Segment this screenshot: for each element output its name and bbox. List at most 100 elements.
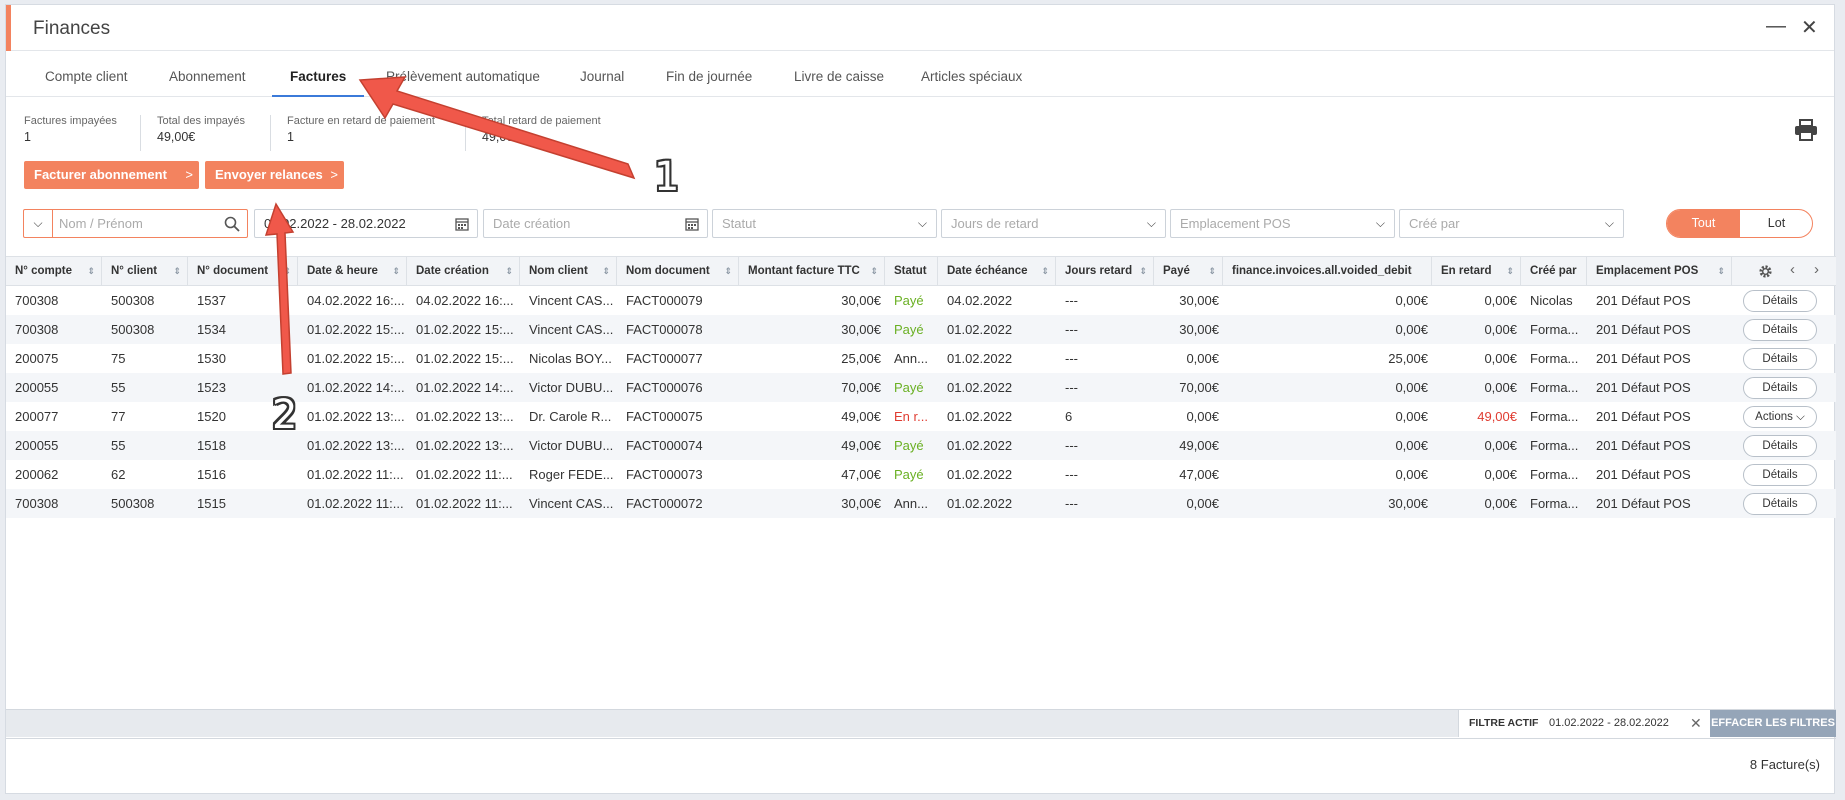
cree-par-select[interactable]: Créé par ⌵ <box>1399 209 1624 238</box>
cell-date-echeance: 01.02.2022 <box>947 380 1013 395</box>
cell-date-creation: 04.02.2022 16:... <box>416 293 514 308</box>
column-header-compte[interactable]: N° compte ⇕ <box>6 257 102 285</box>
clear-filters-button[interactable]: EFFACER LES FILTRES <box>1710 710 1836 737</box>
column-header-nom-client[interactable]: Nom client ⇕ <box>520 257 617 285</box>
tab-compte-client[interactable]: Compte client <box>45 52 128 97</box>
cell-date-creation: 01.02.2022 15:... <box>416 351 514 366</box>
close-icon[interactable]: ✕ <box>1690 710 1702 737</box>
table-row[interactable]: 700308 500308 1515 01.02.2022 11:... 01.02.2… <box>6 489 1836 518</box>
table-row[interactable]: 700308 500308 1534 01.02.2022 15:... 01.02.2… <box>6 315 1836 344</box>
table-row[interactable]: 700308 500308 1537 04.02.2022 16:... 04.02.2… <box>6 286 1836 315</box>
statut-select[interactable]: Statut ⌵ <box>712 209 937 238</box>
date-creation-filter[interactable]: Date création <box>483 209 708 238</box>
column-header-document[interactable]: N° document ⇕ <box>188 257 298 285</box>
sort-icon[interactable]: ⇕ <box>724 257 732 285</box>
column-header-label: Date & heure <box>307 265 378 277</box>
sort-icon[interactable]: ⇕ <box>1041 257 1049 285</box>
column-header-en-retard[interactable]: En retard ⇕ <box>1432 257 1521 285</box>
details-button[interactable]: Détails <box>1743 493 1817 515</box>
cell-date-heure: 01.02.2022 15:... <box>307 351 405 366</box>
column-header-cree-par[interactable]: Créé par <box>1521 257 1587 285</box>
chevron-down-icon[interactable]: ⌵ <box>24 210 53 237</box>
calendar-icon[interactable] <box>685 217 699 231</box>
column-header-date-heure[interactable]: Date & heure ⇕ <box>298 257 407 285</box>
sort-icon[interactable]: ⇕ <box>1717 257 1725 285</box>
cell-cree-par: Forma... <box>1530 322 1579 337</box>
tab-livre-de-caisse[interactable]: Livre de caisse <box>794 52 884 97</box>
cell-en-retard: 0,00€ <box>1484 322 1517 337</box>
details-button[interactable]: Détails <box>1743 464 1817 486</box>
stat-facture-retard: Facture en retard de paiement 1 <box>287 115 435 144</box>
search-icon[interactable] <box>224 216 240 232</box>
cell-emplacement-pos: 201 Défaut POS <box>1596 293 1691 308</box>
jours-retard-select[interactable]: Jours de retard ⌵ <box>941 209 1166 238</box>
actions-button[interactable]: Actions ⌵ <box>1743 406 1817 428</box>
column-header-label: N° compte <box>15 265 72 277</box>
minimize-icon[interactable]: — <box>1766 15 1786 38</box>
column-header-nom-document[interactable]: Nom document ⇕ <box>617 257 739 285</box>
column-header-montant-ttc[interactable]: Montant facture TTC ⇕ <box>739 257 885 285</box>
cell-client: 500308 <box>111 496 155 511</box>
column-header-statut[interactable]: Statut <box>885 257 938 285</box>
calendar-icon[interactable] <box>455 217 469 231</box>
date-range-value: 01.02.2022 - 28.02.2022 <box>264 216 406 231</box>
print-icon[interactable] <box>1794 119 1818 141</box>
sort-icon[interactable]: ⇕ <box>283 257 291 285</box>
tab-factures[interactable]: Factures <box>272 52 365 97</box>
emplacement-pos-select[interactable]: Emplacement POS ⌵ <box>1170 209 1395 238</box>
chevron-left-icon[interactable]: ‹ <box>1790 261 1795 278</box>
close-icon[interactable]: ✕ <box>1801 15 1818 40</box>
column-header-label: Date création <box>416 265 489 277</box>
table-row[interactable]: 200075 75 1530 01.02.2022 15:... 01.02.2022 … <box>6 344 1836 373</box>
column-header-label: En retard <box>1441 265 1492 277</box>
cell-date-heure: 01.02.2022 15:... <box>307 322 405 337</box>
chevron-right-icon[interactable]: › <box>1814 261 1819 278</box>
cell-jours-retard: --- <box>1065 380 1078 395</box>
stat-label: Factures impayées <box>24 115 117 127</box>
date-range-filter[interactable]: 01.02.2022 - 28.02.2022 <box>254 209 478 238</box>
sort-icon[interactable]: ⇕ <box>1506 257 1514 285</box>
sort-icon[interactable]: ⇕ <box>870 257 878 285</box>
cell-statut: Payé <box>894 293 924 308</box>
tab-fin-de-journee[interactable]: Fin de journée <box>666 52 752 97</box>
sort-icon[interactable]: ⇕ <box>1139 257 1147 285</box>
column-header-date-echeance[interactable]: Date échéance ⇕ <box>938 257 1056 285</box>
sort-icon[interactable]: ⇕ <box>1208 257 1216 285</box>
cell-voided-debit: 0,00€ <box>1395 438 1428 453</box>
column-header-label: Payé <box>1163 265 1190 277</box>
toggle-lot[interactable]: Lot <box>1740 210 1812 237</box>
cree-par-placeholder: Créé par <box>1409 216 1460 231</box>
details-button[interactable]: Détails <box>1743 348 1817 370</box>
column-header-voided-debit[interactable]: finance.invoices.all.voided_debit <box>1223 257 1432 285</box>
sort-icon[interactable]: ⇕ <box>173 257 181 285</box>
sort-icon[interactable]: ⇕ <box>602 257 610 285</box>
sort-icon[interactable]: ⇕ <box>392 257 400 285</box>
send-reminders-button[interactable]: Envoyer relances > <box>205 161 344 189</box>
stat-total-impayes: Total des impayés 49,00€ <box>157 115 245 144</box>
details-button[interactable]: Détails <box>1743 377 1817 399</box>
toggle-tout[interactable]: Tout <box>1667 210 1740 237</box>
bill-subscription-button[interactable]: Facturer abonnement > <box>24 161 199 189</box>
gear-icon[interactable] <box>1758 264 1773 279</box>
cell-paye: 70,00€ <box>1179 380 1219 395</box>
tab-journal[interactable]: Journal <box>580 52 624 97</box>
column-header-date-creation[interactable]: Date création ⇕ <box>407 257 520 285</box>
cell-nom-client: Victor DUBU... <box>529 438 614 453</box>
tab-prelevement-automatique[interactable]: Prélèvement automatique <box>386 52 540 97</box>
search-input[interactable] <box>59 213 219 233</box>
cell-nom-client: Vincent CAS... <box>529 293 614 308</box>
active-filter-label: FILTRE ACTIF <box>1469 717 1539 729</box>
cell-document: 1534 <box>197 322 226 337</box>
sort-icon[interactable]: ⇕ <box>505 257 513 285</box>
tab-articles-speciaux[interactable]: Articles spéciaux <box>921 52 1022 97</box>
tab-abonnement[interactable]: Abonnement <box>169 52 246 97</box>
column-header-emplacement-pos[interactable]: Emplacement POS ⇕ <box>1587 257 1732 285</box>
table-row[interactable]: 200062 62 1516 01.02.2022 11:... 01.02.2022 … <box>6 460 1836 489</box>
column-header-jours-retard[interactable]: Jours retard ⇕ <box>1056 257 1154 285</box>
details-button[interactable]: Détails <box>1743 290 1817 312</box>
details-button[interactable]: Détails <box>1743 319 1817 341</box>
column-header-client[interactable]: N° client ⇕ <box>102 257 188 285</box>
column-header-paye[interactable]: Payé ⇕ <box>1154 257 1223 285</box>
details-button[interactable]: Détails <box>1743 435 1817 457</box>
sort-icon[interactable]: ⇕ <box>87 257 95 285</box>
